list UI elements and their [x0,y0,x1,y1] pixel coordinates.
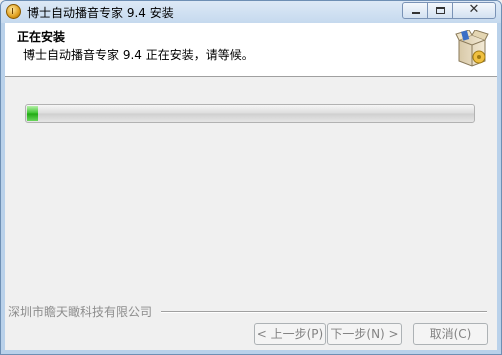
back-button[interactable]: < 上一步(P) [254,323,326,345]
next-button[interactable]: 下一步(N) > [327,323,402,345]
brand-text: 深圳市瞻天瞰科技有限公司 [8,305,153,319]
minimize-button[interactable] [402,2,428,19]
maximize-button[interactable] [427,2,453,19]
brand-divider [161,311,487,313]
install-progress-bar [25,104,475,123]
close-icon: ✕ [468,2,480,17]
installer-window: 博士自动播音专家 9.4 安装 ✕ 正在安装 博士自动播音专家 9.4 正在安装… [0,0,502,355]
installer-app-icon [6,4,21,19]
maximize-icon [436,7,445,14]
cancel-button[interactable]: 取消(C) [413,323,488,345]
wizard-body: 深圳市瞻天瞰科技有限公司 < 上一步(P) 下一步(N) > 取消(C) [5,77,497,350]
window-title: 博士自动播音专家 9.4 安装 [27,6,174,20]
page-subtitle: 博士自动播音专家 9.4 正在安装，请等候。 [23,48,254,62]
minimize-icon [412,12,420,14]
page-title: 正在安装 [17,30,66,44]
caption-buttons: ✕ [402,2,496,19]
progress-fill [27,106,39,121]
installer-box-icon [455,30,489,67]
wizard-header: 正在安装 博士自动播音专家 9.4 正在安装，请等候。 [5,23,497,77]
close-button[interactable]: ✕ [452,2,496,19]
title-bar[interactable]: 博士自动播音专家 9.4 安装 ✕ [1,1,501,23]
